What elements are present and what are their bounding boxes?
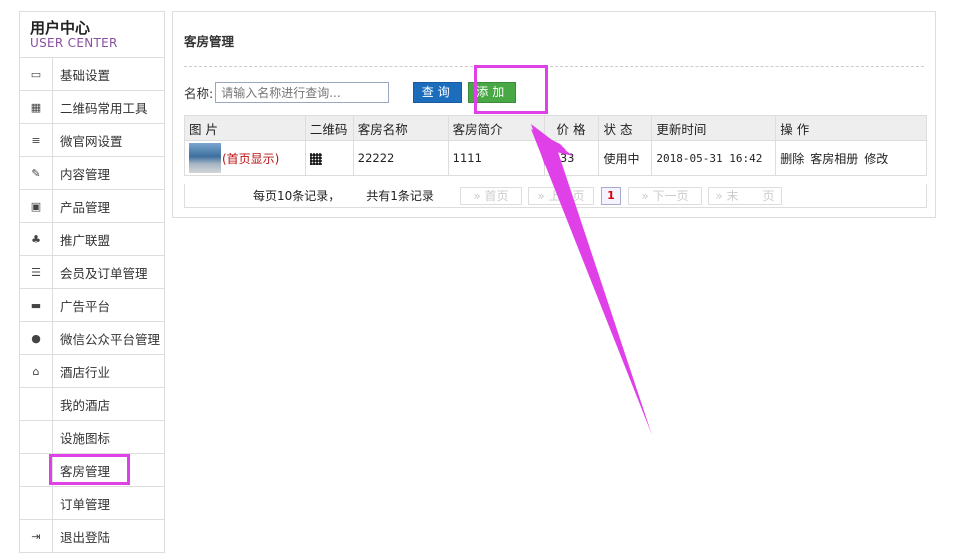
query-button[interactable]: 查询 [413,82,463,103]
sidebar-item-5[interactable]: ♣ 推广联盟 [20,223,164,256]
first-page-button[interactable]: » 首页 [459,186,522,205]
sidebar-item-label: 微信公众平台管理 [60,331,161,347]
cell-intro: 1111 [447,140,545,176]
indent-spacer [20,454,53,486]
search-input[interactable] [215,82,390,103]
menu-icon: ≡ [20,124,53,156]
qrcode-icon: ▦ [20,91,53,123]
sidebar-item-label: 产品管理 [60,199,111,215]
col-header-price: 价 格 [543,115,600,141]
cell-updated: 2018-05-31 16:42 [651,140,777,176]
pagination: 每页10条记录， 共有1条记录 » 首页 » 上一页 1 » 下一页 » 末 页 [184,184,927,208]
col-header-intro: 客房简介 [447,115,545,141]
sidebar-item-label: 订单管理 [60,496,111,512]
sidebar-item-label: 酒店行业 [60,364,111,380]
col-header-updated: 更新时间 [651,115,777,141]
home-display-tag: (首页显示) [222,151,280,166]
room-management-panel: 客房管理 名称: 查询 添加 图 片 二维码 客房名称 客房简介 价 格 状 态… [172,11,936,218]
sidebar-item-label: 微官网设置 [60,133,123,149]
sidebar-item-7[interactable]: ▬ 广告平台 [20,289,164,322]
sidebar-item-label: 内容管理 [60,166,111,182]
total-records-text: 共有1条记录 [366,189,434,203]
sidebar-item-label: 推广联盟 [60,232,111,248]
page-title: 客房管理 [184,34,235,49]
logout-icon: ⇥ [20,520,53,552]
sidebar-item-3[interactable]: ✎ 内容管理 [20,157,164,190]
col-header-qrcode: 二维码 [304,115,354,141]
col-header-image: 图 片 [184,115,306,141]
col-header-status: 状 态 [598,115,653,141]
sidebar-item-label: 二维码常用工具 [60,100,148,116]
sidebar-item-label: 我的酒店 [60,397,111,413]
sidebar-header: 用户中心 USER CENTER [20,12,164,58]
add-button[interactable]: 添加 [468,82,517,103]
sidebar-title: 用户中心 [30,19,91,37]
indent-spacer [20,421,53,453]
qrcode-icon[interactable] [309,152,322,165]
sidebar-item-8[interactable]: ● 微信公众平台管理 [20,322,164,355]
sidebar-subitem-2[interactable]: 客房管理 [20,454,164,487]
user-center-sidebar: 用户中心 USER CENTER ▭ 基础设置 ▦ 二维码常用工具 ≡ 微官网设置 ✎ 内容管… [19,11,165,553]
sidebar-item-label: 基础设置 [60,67,111,83]
cell-image: (首页显示) [184,140,306,176]
edit-link[interactable]: 修改 [864,152,888,166]
cell-qrcode [304,140,354,176]
gift-icon: ♣ [20,223,53,255]
sidebar-item-logout[interactable]: ⇥ 退出登陆 [20,520,164,552]
table-header-row: 图 片 二维码 客房名称 客房简介 价 格 状 态 更新时间 操 作 [184,115,927,141]
chat-icon: ● [20,322,53,354]
col-header-actions: 操 作 [775,115,927,141]
database-icon: ☰ [20,256,53,288]
room-thumbnail[interactable] [189,143,221,173]
cell-actions: 删除 客房相册 修改 [775,140,927,176]
sidebar-item-label: 设施图标 [60,430,111,446]
sidebar-item-label: 会员及订单管理 [60,265,148,281]
sidebar-subitem-1[interactable]: 设施图标 [20,421,164,454]
delete-link[interactable]: 删除 [780,152,804,166]
cell-name: 22222 [352,140,449,176]
sidebar-item-4[interactable]: ▣ 产品管理 [20,190,164,223]
room-album-link[interactable]: 客房相册 [810,152,858,166]
edit-icon: ✎ [20,157,53,189]
col-header-name: 客房名称 [352,115,449,141]
last-page-button[interactable]: » 末 页 [707,186,782,205]
search-bar: 名称: 查询 添加 [184,82,517,103]
sidebar-item-6[interactable]: ☰ 会员及订单管理 [20,256,164,289]
prev-page-button[interactable]: » 上一页 [527,186,594,205]
current-page[interactable]: 1 [600,186,621,205]
monitor-icon: ▭ [20,58,53,90]
sidebar-item-label: 退出登陆 [60,529,111,545]
home-icon: ⌂ [20,355,53,387]
laptop-icon: ▬ [20,289,53,321]
sidebar-subtitle: USER CENTER [30,36,118,50]
sidebar-subitem-3[interactable]: 订单管理 [20,487,164,520]
indent-spacer [20,487,53,519]
next-page-button[interactable]: » 下一页 [627,186,702,205]
search-label: 名称: [184,86,214,101]
sidebar-item-label: 广告平台 [60,298,111,314]
sidebar-item-1[interactable]: ▦ 二维码常用工具 [20,91,164,124]
sidebar-item-0[interactable]: ▭ 基础设置 [20,58,164,91]
sidebar-item-9[interactable]: ⌂ 酒店行业 [20,355,164,388]
indent-spacer [20,388,53,420]
sidebar-subitem-0[interactable]: 我的酒店 [20,388,164,421]
image-icon: ▣ [20,190,53,222]
cell-price: 333 [543,140,600,176]
cell-status: 使用中 [598,140,653,176]
table-row: (首页显示) 22222 1111 333 使用中 2018-05-31 16:… [184,140,927,176]
divider [184,66,924,67]
sidebar-item-2[interactable]: ≡ 微官网设置 [20,124,164,157]
room-table: 图 片 二维码 客房名称 客房简介 价 格 状 态 更新时间 操 作 (首页显示… [184,115,927,176]
sidebar-item-label: 客房管理 [60,463,111,479]
per-page-text: 每页10条记录， [253,189,341,203]
